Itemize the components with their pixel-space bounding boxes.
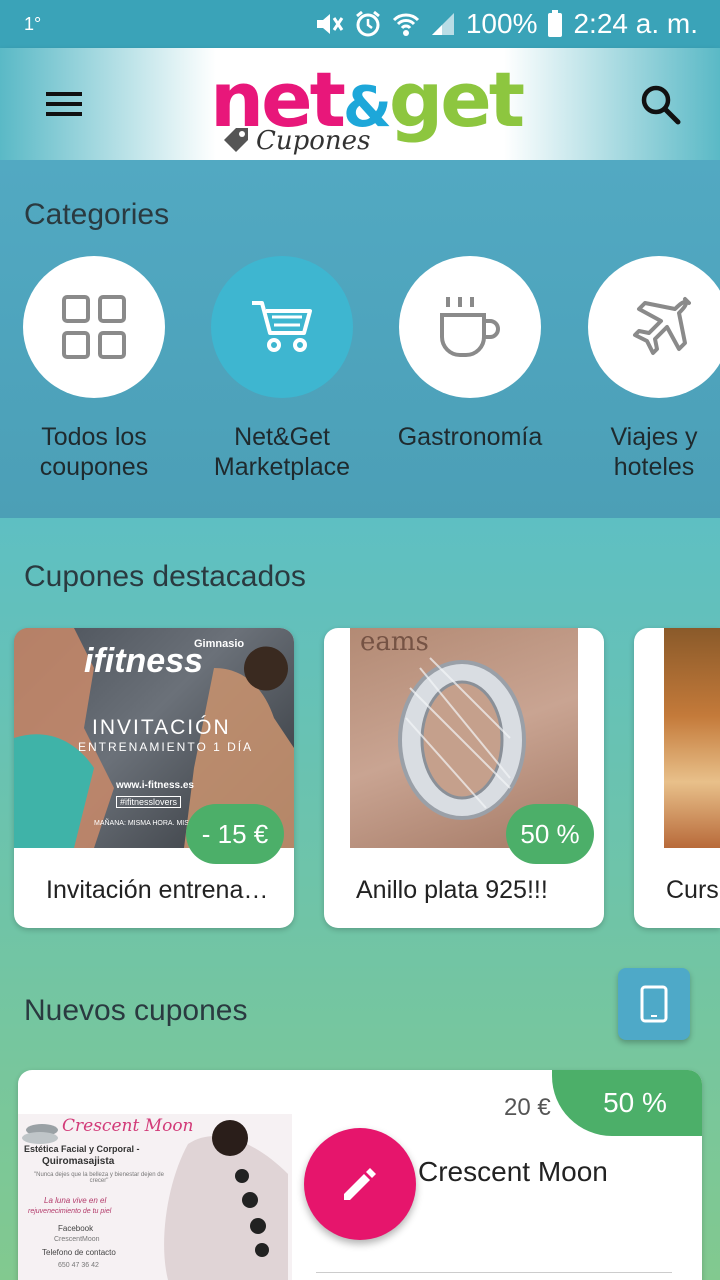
spa-brand: Crescent Moon [62,1116,194,1136]
category-marketplace[interactable]: Net&Get Marketplace [188,256,376,482]
category-label-line1: Gastronomía [397,423,543,451]
alarm-icon [354,10,382,38]
search-icon [641,85,681,125]
category-label-line2: coupones [39,453,149,481]
clock: 2:24 a. m. [573,8,698,39]
discount-badge: - 15 € [186,804,284,864]
coffee-cup-icon [440,297,500,357]
grid-icon [62,295,126,359]
promo-sub: ENTRENAMIENTO 1 DÍA [78,740,254,754]
promo-footer: MAÑANA: MISMA HORA. MISM [94,820,195,827]
categories-title: Categories [24,198,170,231]
featured-card-ring[interactable]: eams 50 % Anillo plata 925!!! [324,628,604,928]
svg-text:eams: eams [360,628,429,657]
category-label-line2: Marketplace [213,453,351,481]
promo-headline: INVITACIÓN [92,716,231,739]
hamburger-menu-button[interactable] [38,84,90,124]
search-button[interactable] [636,80,686,130]
category-gastronomy[interactable]: Gastronomía [376,256,564,452]
featured-title: Cupones destacados [24,560,306,593]
category-all-coupons[interactable]: Todos los coupones [0,256,188,482]
category-circle [399,256,541,398]
card-title: Curs [666,876,719,904]
category-circle [211,256,353,398]
category-label-line1: Net&Get [234,423,330,451]
coupon-discount: 50 % [552,1070,702,1136]
coupon-price: 20 € [504,1094,551,1121]
spa-quote: "Nunca dejes que la belleza y bienestar … [34,1172,164,1184]
card-title: Invitación entrenamiento 1 día [46,876,276,904]
spa-motto1: La luna vive en el [44,1196,107,1205]
spa-contact: Telefono de contacto [42,1248,116,1257]
category-label-line2: hoteles [613,453,695,481]
coupon-title: Crescent Moon [418,1156,608,1187]
app-bar: net&get Cupones [0,48,720,160]
crescent-moon-image: Crescent Moon Estética Facial y Corporal… [18,1114,292,1280]
spa-motto2: rejuvenecimiento de tu piel [28,1208,112,1215]
spa-phone: 650 47 36 42 [58,1262,99,1269]
battery-percentage: 100% [465,8,538,39]
promo-site: www.i-fitness.es [116,780,194,791]
divider [316,1272,672,1273]
category-label-line1: Viajes y [610,423,698,451]
discount-badge: 50 % [506,804,594,864]
mute-icon [314,10,344,38]
logo-get: get [388,55,525,144]
battery-icon [547,10,563,38]
featured-card-course[interactable]: Curs [634,628,720,928]
promo-hashtag: #ifitnesslovers [116,796,182,808]
spa-line2: Quiromasajista [42,1156,115,1167]
spa-social1: Facebook [58,1224,94,1233]
tablet-view-button[interactable] [618,968,690,1040]
category-circle [23,256,165,398]
new-coupons-title: Nuevos cupones [24,994,248,1027]
status-bar: 1° 100% 2:24 a. m. [0,0,720,48]
cart-icon [252,301,312,352]
temperature-indicator: 1° [24,13,42,34]
tablet-icon [640,985,668,1023]
hamburger-icon [46,92,82,116]
app-logo: net&get Cupones [210,50,525,158]
wifi-icon [392,11,420,37]
airplane-icon [633,297,691,355]
category-circle [588,256,720,398]
edit-fab-button[interactable] [304,1128,416,1240]
ifitness-brand: ifitness [84,642,204,680]
spa-line1: Estética Facial y Corporal - [24,1144,140,1154]
course-image [664,628,720,848]
featured-card-fitness[interactable]: Gimnasio ifitness INVITACIÓN ENTRENAMIEN… [14,628,294,928]
categories-section: Categories Todos los coupones Net&Get Ma… [0,160,720,518]
category-label-line1: Todos los [41,423,147,451]
category-travel-hotels[interactable]: Viajes y hoteles [564,256,720,482]
pencil-icon [344,1168,376,1200]
logo-subtitle: Cupones [256,126,371,156]
tag-icon [224,128,248,152]
signal-icon [430,11,456,37]
card-title: Anillo plata 925!!! [356,876,548,904]
spa-social2: CrescentMoon [54,1236,100,1243]
